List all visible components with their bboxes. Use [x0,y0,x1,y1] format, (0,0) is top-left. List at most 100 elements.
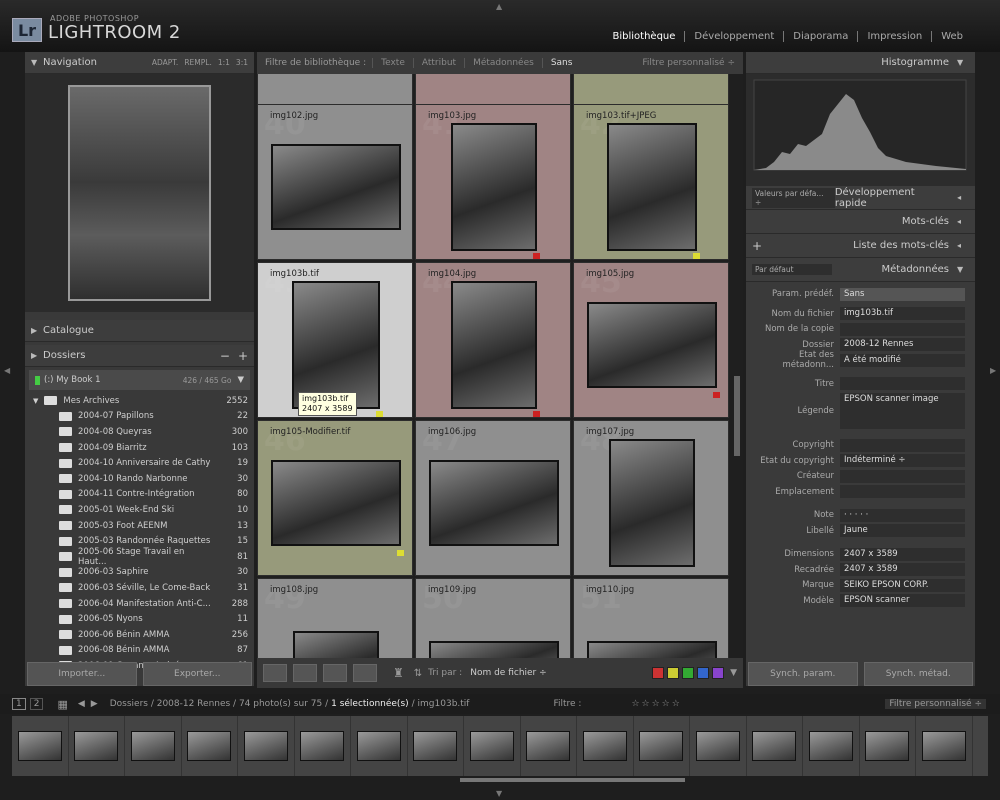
filmstrip-cell[interactable] [634,716,690,776]
filmstrip-cell[interactable] [577,716,634,776]
metadata-value[interactable]: SEIKO EPSON CORP. [840,578,965,592]
forward-arrow-icon[interactable]: ▶ [91,699,98,709]
metadata-value[interactable] [840,438,965,452]
filter-preset[interactable]: Filtre personnalisé ÷ [642,58,735,68]
color-swatch[interactable] [697,667,710,679]
filmstrip-thumbnail[interactable] [695,731,740,761]
filter-none[interactable]: Sans [541,58,581,68]
thumbnail-image[interactable] [607,123,697,251]
metadata-preset-dropdown[interactable]: Sans [840,287,965,301]
metadata-value[interactable]: 2407 x 3589 [840,547,965,561]
folder-item[interactable]: 2006-03 Séville, Le Come-Back 31 [25,580,254,596]
metadata-value[interactable] [840,485,965,499]
filmstrip-cell[interactable] [860,716,916,776]
export-button[interactable]: Exporter... [142,662,252,686]
filmstrip-cell[interactable] [521,716,577,776]
sort-direction-icon[interactable]: ⇅ [414,668,422,679]
folder-item[interactable]: 2006-05 Nyons 11 [25,611,254,627]
filmstrip-cell[interactable] [916,716,973,776]
filmstrip-cell[interactable] [747,716,803,776]
left-panel-toggle-icon[interactable]: ◀ [4,366,10,375]
import-button[interactable]: Importer... [27,662,137,686]
filter-text[interactable]: Texte [372,58,413,68]
thumbnail-image[interactable] [451,281,537,409]
metadata-value[interactable]: 2008-12 Rennes [840,338,965,352]
folder-item[interactable]: 2004-10 Rando Narbonne 30 [25,471,254,487]
thumbnail-image[interactable] [271,460,401,546]
filmstrip-thumbnail[interactable] [469,731,514,761]
quick-develop-header[interactable]: Valeurs par défa... ÷ Développement rapi… [746,186,975,210]
filmstrip-cell[interactable] [408,716,464,776]
filter-metadata[interactable]: Métadonnées [464,58,542,68]
folder-item[interactable]: 2004-08 Queyras 300 [25,424,254,440]
grid-cell[interactable]: 47 img106.jpg [415,420,571,576]
metadata-value[interactable]: img103b.tif [840,307,965,321]
filmstrip-cell[interactable] [69,716,125,776]
compare-view-icon[interactable] [323,664,347,682]
volume-row[interactable]: (:) My Book 1 426 / 465 Go ▼ [29,370,250,390]
thumbnail-image[interactable] [292,281,380,409]
filter-attribute[interactable]: Attribut [412,58,464,68]
filmstrip-cell[interactable] [464,716,521,776]
thumbnail-image[interactable] [587,302,717,388]
folder-item[interactable]: 2004-11 Contre-Intégration 80 [25,487,254,503]
color-swatch[interactable] [712,667,725,679]
catalog-header[interactable]: ▶ Catalogue [25,320,254,342]
survey-view-icon[interactable] [353,664,377,682]
folders-header[interactable]: ▶ Dossiers − + [25,345,254,367]
disclosure-icon[interactable]: ▼ [33,397,38,405]
filmstrip-cell[interactable] [295,716,351,776]
thumbnail-image[interactable] [293,631,379,658]
thumbnail-image[interactable] [429,641,559,658]
keyword-list-header[interactable]: + Liste des mots-clés ◂ [746,234,975,258]
zoom-fit[interactable]: ADAPT. [152,58,179,67]
grid-cell[interactable]: 51 img110.jpg [573,578,729,658]
grid-cell[interactable]: 41 img103.jpg [415,104,571,260]
filmstrip-cell[interactable] [182,716,238,776]
folder-item[interactable]: 2004-10 Anniversaire de Cathy 19 [25,455,254,471]
add-folder-icon[interactable]: + [238,349,248,363]
metadata-mode-dropdown[interactable]: Par défaut [752,264,832,275]
filmstrip-thumbnail[interactable] [74,731,119,761]
zoom-3-1[interactable]: 3:1 [236,58,248,67]
module-develop[interactable]: Développement [684,31,783,42]
source-path[interactable]: Dossiers / 2008-12 Rennes / 74 photo(s) … [110,699,328,709]
color-swatch[interactable] [682,667,695,679]
thumbnail-image[interactable] [609,439,695,567]
folder-item[interactable]: 2006-08 Bénin AMMA 87 [25,643,254,659]
filmstrip-cell[interactable] [690,716,747,776]
metadata-value[interactable]: · · · · · [840,508,965,522]
rating-filter-stars[interactable]: ☆☆☆☆☆ [631,699,681,709]
remove-folder-icon[interactable]: − [220,349,230,363]
filmstrip-thumbnail[interactable] [639,731,684,761]
folder-item[interactable]: 2006-06 Bénin AMMA 256 [25,627,254,643]
second-screen-button[interactable]: 2 [29,698,44,710]
chevron-down-icon[interactable]: ▼ [237,375,244,385]
add-keyword-icon[interactable]: + [752,239,762,253]
grid-cell[interactable]: 50 img109.jpg [415,578,571,658]
filmstrip-thumbnail[interactable] [808,731,853,761]
thumbnail-image[interactable] [429,460,559,546]
zoom-fill[interactable]: REMPL. [184,58,212,67]
filmstrip-thumbnail[interactable] [187,731,232,761]
folder-item[interactable]: 2004-07 Papillons 22 [25,409,254,425]
grid-cell[interactable]: 42 img103.tif+JPEG [573,104,729,260]
bottom-panel-toggle-icon[interactable]: ▼ [496,789,502,798]
metadata-value[interactable]: 2407 x 3589 [840,563,965,577]
module-web[interactable]: Web [931,31,972,42]
metadata-value[interactable] [840,322,965,336]
grid-cell[interactable]: 40 img102.jpg [257,104,413,260]
grid-cell[interactable]: 44 img104.jpg [415,262,571,418]
filmstrip-thumbnail[interactable] [526,731,571,761]
navigation-header[interactable]: ▼ Navigation ADAPT. REMPL. 1:1 3:1 [25,52,254,74]
filmstrip-thumbnail[interactable] [356,731,401,761]
folder-item[interactable]: 2005-06 Stage Travail en Haut... 81 [25,547,254,567]
grid-cell[interactable]: 45 img105.jpg [573,262,729,418]
top-panel-toggle-icon[interactable]: ▲ [496,2,502,11]
navigator-image[interactable] [68,85,211,301]
sort-dropdown[interactable]: Nom de fichier ÷ [470,668,546,678]
folder-item[interactable]: 2004-09 Biarritz 103 [25,440,254,456]
thumbnail-image[interactable] [271,144,401,230]
grid-icon[interactable]: ▦ [57,698,67,711]
metadata-header[interactable]: Par défaut Métadonnées ▼ [746,258,975,282]
